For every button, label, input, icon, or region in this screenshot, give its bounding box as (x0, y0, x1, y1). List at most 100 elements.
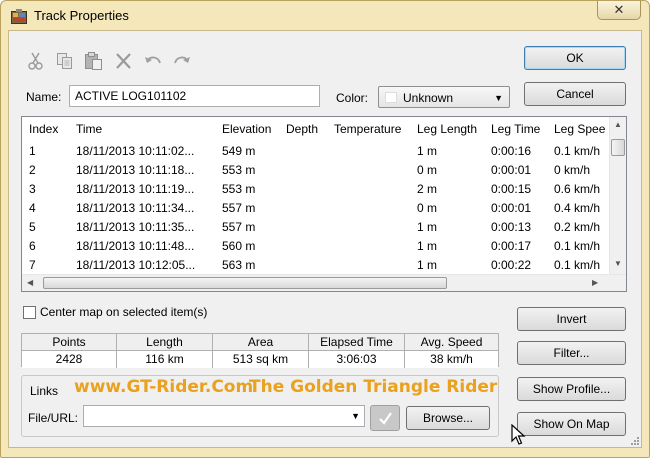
cell-leg-length: 1 m (417, 258, 438, 272)
scroll-right-icon[interactable]: ▶ (592, 278, 598, 287)
scroll-down-icon[interactable]: ▼ (614, 259, 622, 268)
stat-length: Length 116 km (117, 334, 213, 368)
cell-index: 1 (29, 144, 36, 158)
cell-leg-length: 2 m (417, 182, 438, 196)
delete-icon[interactable] (114, 52, 134, 70)
stat-value: 513 sq km (213, 351, 308, 368)
redo-icon[interactable] (172, 52, 192, 70)
center-map-checkbox[interactable] (23, 306, 36, 319)
column-header-time[interactable]: Time (76, 122, 102, 136)
title-bar[interactable]: Track Properties ✕ (1, 1, 649, 31)
mouse-cursor-icon (511, 423, 527, 446)
table-row[interactable]: 6 18/11/2013 10:11:48... 560 m 1 m 0:00:… (22, 237, 612, 256)
table-row[interactable]: 5 18/11/2013 10:11:35... 557 m 1 m 0:00:… (22, 218, 612, 237)
cell-leg-time: 0:00:15 (491, 182, 532, 196)
stat-label: Elapsed Time (309, 334, 404, 351)
table-row[interactable]: 1 18/11/2013 10:11:02... 549 m 1 m 0:00:… (22, 142, 612, 161)
cell-leg-time: 0:00:01 (491, 163, 532, 177)
cell-leg-time: 0:00:01 (491, 201, 532, 215)
close-button[interactable]: ✕ (597, 1, 641, 20)
cell-elevation: 563 m (222, 258, 256, 272)
column-header-elevation[interactable]: Elevation (222, 122, 271, 136)
table-row[interactable]: 2 18/11/2013 10:11:18... 553 m 0 m 0:00:… (22, 161, 612, 180)
name-field[interactable]: ACTIVE LOG101102 (69, 85, 320, 107)
cell-index: 6 (29, 239, 36, 253)
go-link-button[interactable] (370, 405, 400, 431)
cell-index: 7 (29, 258, 36, 272)
file-url-label: File/URL: (28, 411, 79, 425)
cell-leg-speed: 0.1 km/h (554, 144, 601, 158)
stat-label: Length (117, 334, 212, 351)
stat-avg-speed: Avg. Speed 38 km/h (405, 334, 498, 368)
vertical-scrollbar[interactable]: ▲ ▼ (609, 117, 626, 275)
column-header-leg-speed[interactable]: Leg Spee (554, 122, 605, 136)
cell-leg-speed: 0.1 km/h (554, 239, 601, 253)
horizontal-scrollbar[interactable]: ◀ ▶ (22, 274, 626, 291)
watermark-tagline: The Golden Triangle Rider (249, 377, 498, 397)
paste-icon[interactable] (84, 52, 104, 70)
vertical-scroll-thumb[interactable] (611, 139, 625, 156)
filter-button[interactable]: Filter... (517, 341, 626, 365)
links-group-label: Links (27, 384, 62, 398)
undo-icon[interactable] (143, 52, 163, 70)
stat-value: 38 km/h (405, 351, 498, 368)
copy-icon[interactable] (55, 52, 75, 70)
chevron-down-icon[interactable]: ▼ (351, 411, 360, 421)
resize-grip-icon[interactable] (628, 436, 640, 448)
show-on-map-button[interactable]: Show On Map (517, 412, 626, 436)
cell-elevation: 553 m (222, 163, 256, 177)
file-url-input[interactable]: ▼ (83, 405, 365, 427)
cell-leg-time: 0:00:16 (491, 144, 532, 158)
show-profile-button[interactable]: Show Profile... (517, 377, 626, 401)
cell-elevation: 560 m (222, 239, 256, 253)
column-header-leg-length[interactable]: Leg Length (417, 122, 477, 136)
stat-value: 2428 (22, 351, 116, 368)
cell-index: 3 (29, 182, 36, 196)
cell-leg-speed: 0.4 km/h (554, 201, 601, 215)
invert-button[interactable]: Invert (517, 307, 626, 331)
ok-button[interactable]: OK (524, 46, 626, 70)
cell-leg-length: 1 m (417, 220, 438, 234)
cut-icon[interactable] (26, 52, 46, 70)
cell-index: 2 (29, 163, 36, 177)
browse-button[interactable]: Browse... (406, 406, 490, 430)
stat-label: Points (22, 334, 116, 351)
horizontal-scroll-thumb[interactable] (43, 277, 447, 289)
cell-leg-speed: 0.2 km/h (554, 220, 601, 234)
table-row[interactable]: 4 18/11/2013 10:11:34... 557 m 0 m 0:00:… (22, 199, 612, 218)
cell-leg-length: 0 m (417, 163, 438, 177)
cell-leg-speed: 0.6 km/h (554, 182, 601, 196)
table-row[interactable]: 7 18/11/2013 10:12:05... 563 m 1 m 0:00:… (22, 256, 612, 275)
column-header-index[interactable]: Index (29, 122, 58, 136)
cell-time: 18/11/2013 10:11:34... (76, 201, 195, 215)
cell-elevation: 549 m (222, 144, 256, 158)
scroll-left-icon[interactable]: ◀ (27, 278, 33, 287)
center-map-label[interactable]: Center map on selected item(s) (40, 305, 207, 319)
column-header-depth[interactable]: Depth (286, 122, 318, 136)
cell-time: 18/11/2013 10:11:18... (76, 163, 195, 177)
cell-time: 18/11/2013 10:11:48... (76, 239, 195, 253)
stat-value: 3:06:03 (309, 351, 404, 368)
window-title: Track Properties (34, 8, 129, 23)
cell-leg-time: 0:00:22 (491, 258, 532, 272)
track-statistics: Points 2428 Length 116 km Area 513 sq km… (21, 333, 499, 368)
column-header-leg-time[interactable]: Leg Time (491, 122, 540, 136)
color-label: Color: (336, 91, 369, 105)
watermark-site: www.GT-Rider.Com (74, 377, 254, 397)
scroll-up-icon[interactable]: ▲ (614, 120, 622, 129)
cancel-button[interactable]: Cancel (524, 82, 626, 106)
cell-leg-length: 0 m (417, 201, 438, 215)
chevron-down-icon: ▼ (494, 93, 503, 103)
track-points-list[interactable]: Index Time Elevation Depth Temperature L… (21, 116, 627, 292)
cell-time: 18/11/2013 10:11:19... (76, 182, 195, 196)
stat-label: Avg. Speed (405, 334, 498, 351)
cell-time: 18/11/2013 10:11:35... (76, 220, 195, 234)
cell-leg-time: 0:00:17 (491, 239, 532, 253)
cell-elevation: 553 m (222, 182, 256, 196)
name-label: Name: (26, 90, 62, 104)
column-header-temperature[interactable]: Temperature (334, 122, 401, 136)
color-dropdown[interactable]: Unknown ▼ (378, 86, 510, 108)
list-header: Index Time Elevation Depth Temperature L… (22, 117, 612, 139)
table-row[interactable]: 3 18/11/2013 10:11:19... 553 m 2 m 0:00:… (22, 180, 612, 199)
stat-area: Area 513 sq km (213, 334, 309, 368)
